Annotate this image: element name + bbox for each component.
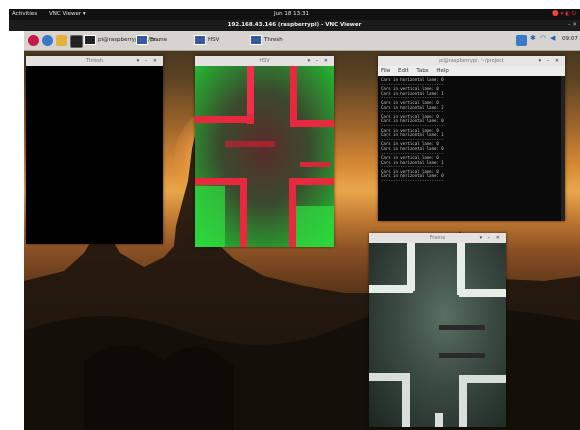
menu-tabs[interactable]: Tabs <box>416 68 428 74</box>
terminal-output[interactable]: Cars in horizontal lane: 0 --------------… <box>378 76 565 221</box>
terminal-scrollbar[interactable] <box>561 76 565 221</box>
app-menu-button[interactable]: VNC Viewer ▾ <box>49 11 86 17</box>
menu-file[interactable]: File <box>381 68 390 74</box>
bluetooth-icon[interactable]: ✱ <box>530 34 536 42</box>
task-frame[interactable]: Frame <box>136 33 167 48</box>
terminal-task-icon <box>84 34 96 45</box>
frame-task-icon <box>136 34 148 45</box>
hsv-window[interactable]: HSV ▾ – ✕ <box>195 56 334 247</box>
file-manager-icon[interactable] <box>56 35 67 46</box>
window-title: HSV <box>259 58 270 64</box>
browser-icon[interactable] <box>42 35 53 46</box>
task-hsv[interactable]: HSV <box>194 33 219 48</box>
activities-button[interactable]: Activities <box>12 11 37 17</box>
frame-window[interactable]: Frame ▾ – ✕ <box>369 233 506 427</box>
menu-help[interactable]: Help <box>436 68 449 74</box>
status-area[interactable]: 🔴 ▾ ◐ ⏻ <box>552 11 576 18</box>
vnc-window-controls[interactable]: – ✕ <box>568 20 577 31</box>
task-thresh[interactable]: Thresh <box>250 33 283 48</box>
menu-edit[interactable]: Edit <box>398 68 409 74</box>
task-label: Thresh <box>264 37 283 43</box>
remote-desktop[interactable]: pi@raspberrypi: ~/pr... Frame HSV Thresh… <box>24 31 580 430</box>
vnc-tray-icon[interactable] <box>516 35 527 46</box>
window-title: Frame <box>429 235 446 241</box>
volume-icon[interactable]: ◀ <box>550 34 555 42</box>
thresh-titlebar[interactable]: Thresh ▾ – ✕ <box>26 56 163 66</box>
hsv-image <box>195 66 334 247</box>
thresh-image <box>26 66 163 244</box>
terminal-lines: Cars in horizontal lane: 0 --------------… <box>381 77 562 184</box>
window-controls[interactable]: ▾ – ✕ <box>308 56 330 66</box>
camera-frame-graphic <box>369 243 506 427</box>
terminal-titlebar[interactable]: pi@raspberrypi: ~/project ▾ – ✕ <box>378 56 565 66</box>
terminal-line: -------------------------- <box>381 178 444 184</box>
raspberry-menu-icon[interactable] <box>28 35 39 46</box>
terminal-launcher-icon[interactable] <box>70 35 83 48</box>
window-title: pi@raspberrypi: ~/project <box>439 58 504 64</box>
terminal-window[interactable]: pi@raspberrypi: ~/project ▾ – ✕ File Edi… <box>378 56 565 221</box>
wifi-icon[interactable]: ◠ <box>540 34 546 42</box>
frame-titlebar[interactable]: Frame ▾ – ✕ <box>369 233 506 243</box>
hsv-frame-graphic <box>195 66 334 247</box>
gnome-clock[interactable]: Jun 18 13:31 <box>274 11 309 17</box>
lxde-panel: pi@raspberrypi: ~/pr... Frame HSV Thresh… <box>24 31 580 51</box>
window-controls[interactable]: ▾ – ✕ <box>539 56 561 66</box>
vnc-window-title: 192.168.43.146 (raspberrypi) - VNC Viewe… <box>227 22 362 28</box>
gnome-top-bar: Activities VNC Viewer ▾ Jun 18 13:31 🔴 ▾… <box>9 9 580 20</box>
thresh-task-icon <box>250 34 262 45</box>
panel-clock: 09:07 <box>562 36 578 42</box>
vnc-window-titlebar[interactable]: 192.168.43.146 (raspberrypi) - VNC Viewe… <box>9 20 580 31</box>
hsv-task-icon <box>194 34 206 45</box>
task-label: Frame <box>150 37 168 43</box>
thresh-window[interactable]: Thresh ▾ – ✕ <box>26 56 163 244</box>
hsv-titlebar[interactable]: HSV ▾ – ✕ <box>195 56 334 66</box>
window-controls[interactable]: ▾ – ✕ <box>480 233 502 243</box>
frame-image <box>369 243 506 427</box>
window-title: Thresh <box>85 58 104 64</box>
window-controls[interactable]: ▾ – ✕ <box>137 56 159 66</box>
task-label: HSV <box>208 37 220 43</box>
terminal-menubar: File Edit Tabs Help <box>378 66 565 76</box>
